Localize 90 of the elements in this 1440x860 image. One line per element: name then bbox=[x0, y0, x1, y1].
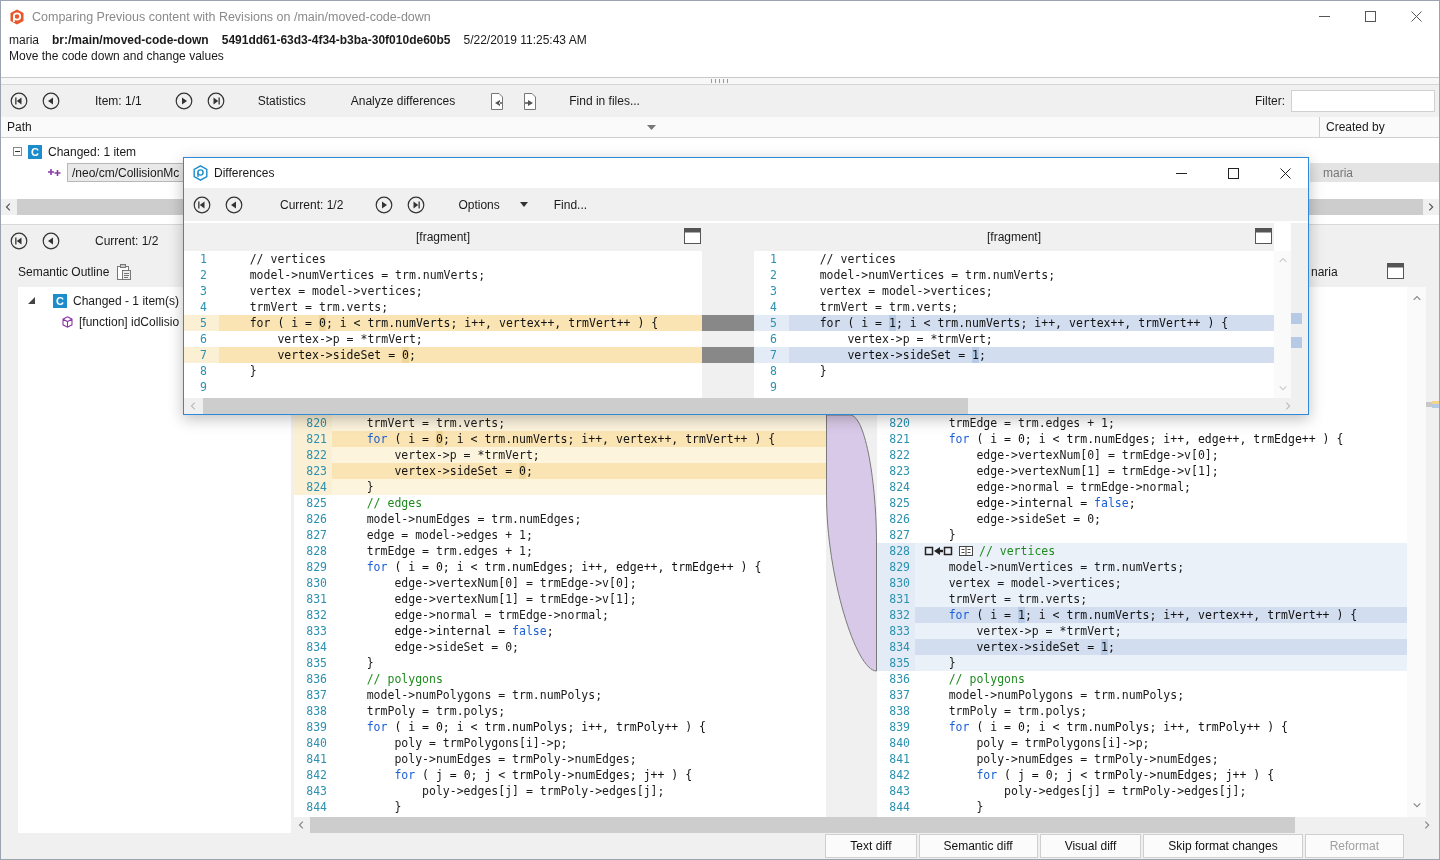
change-counter: Current: 1/2 bbox=[280, 197, 344, 212]
move-link-icon[interactable] bbox=[924, 546, 953, 556]
skip-back-icon[interactable] bbox=[10, 92, 28, 110]
pane-title: [fragment] bbox=[416, 230, 470, 244]
dialog-title: Differences bbox=[214, 166, 275, 180]
item-counter: Item: 1/1 bbox=[95, 94, 142, 108]
line-number: 828 bbox=[877, 543, 915, 559]
toolbar-button[interactable]: Semantic diff bbox=[918, 834, 1038, 858]
scrollbar-thumb[interactable] bbox=[203, 398, 968, 414]
line-number: 821 bbox=[294, 431, 332, 447]
line-number: 831 bbox=[877, 591, 915, 607]
next-icon[interactable] bbox=[174, 92, 193, 110]
previous-icon[interactable] bbox=[42, 232, 60, 250]
double-plus-icon bbox=[48, 168, 61, 177]
find-button[interactable]: Find... bbox=[553, 197, 588, 212]
pane-title: [fragment] bbox=[987, 230, 1041, 244]
line-number: 832 bbox=[877, 607, 915, 623]
close-icon[interactable] bbox=[1279, 167, 1291, 179]
line-number: 835 bbox=[877, 655, 915, 671]
line-number: 824 bbox=[294, 479, 332, 495]
previous-icon[interactable] bbox=[225, 195, 243, 214]
table-cell[interactable]: /neo/cm/CollisionMc bbox=[67, 163, 184, 182]
maximize-pane-icon[interactable] bbox=[1255, 228, 1272, 244]
clipboard-icon[interactable] bbox=[117, 264, 132, 280]
changeset-date: 5/22/2019 11:25:43 AM bbox=[463, 33, 587, 47]
maximize-icon[interactable] bbox=[1227, 167, 1239, 179]
change-overview-drawing bbox=[1291, 313, 1302, 349]
skip-back-icon[interactable] bbox=[10, 232, 28, 250]
panel-title: Semantic Outline bbox=[18, 265, 110, 279]
scrollbar-thumb[interactable] bbox=[310, 817, 1295, 833]
cube-icon bbox=[62, 315, 73, 328]
branch-name: br:/main/moved-code-down bbox=[52, 33, 209, 47]
next-icon[interactable] bbox=[375, 195, 394, 214]
pane-title: naria bbox=[1311, 265, 1338, 279]
line-number: 7 bbox=[184, 347, 219, 363]
line-number: 833 bbox=[877, 623, 915, 639]
change-badge: C bbox=[53, 293, 67, 308]
expand-triangle-icon[interactable] bbox=[28, 297, 35, 304]
change-link bbox=[702, 315, 754, 331]
change-overview-drawing bbox=[1426, 400, 1439, 410]
skip-forward-icon[interactable] bbox=[206, 92, 225, 110]
toolbar-button[interactable]: Skip format changes bbox=[1143, 834, 1303, 858]
line-number: 5 bbox=[754, 315, 789, 331]
collapse-toggle-icon[interactable] bbox=[13, 147, 22, 156]
dropdown-caret-icon[interactable] bbox=[519, 202, 528, 207]
table-cell[interactable]: maria bbox=[1310, 163, 1439, 182]
line-number: 830 bbox=[877, 575, 915, 591]
column-header[interactable]: Path bbox=[1, 120, 32, 134]
app-logo-icon bbox=[193, 165, 208, 181]
line-number: 5 bbox=[184, 315, 219, 331]
tree-item[interactable]: Changed - 1 item(s) bbox=[73, 293, 180, 308]
maximize-pane-icon[interactable] bbox=[684, 228, 701, 244]
line-number: 7 bbox=[754, 347, 789, 363]
line-number: 823 bbox=[294, 463, 332, 479]
close-icon[interactable] bbox=[1410, 11, 1422, 22]
window-title: Comparing Previous content with Revisions on /main/moved-code-down bbox=[32, 9, 432, 24]
scroll-right-icon[interactable] bbox=[1426, 201, 1436, 213]
maximize-pane-icon[interactable] bbox=[1387, 262, 1404, 279]
sort-caret-icon[interactable] bbox=[646, 124, 656, 130]
previous-icon[interactable] bbox=[42, 92, 60, 110]
line-number: 822 bbox=[294, 447, 332, 463]
maximize-icon[interactable] bbox=[1364, 11, 1376, 22]
app-logo-icon bbox=[9, 8, 25, 25]
compare-icon[interactable] bbox=[959, 546, 973, 556]
options-button[interactable]: Options bbox=[458, 197, 500, 212]
line-number: 834 bbox=[877, 639, 915, 655]
skip-back-icon[interactable] bbox=[193, 195, 211, 214]
filter-label: Filter: bbox=[1255, 94, 1285, 108]
group-label: Changed: 1 item bbox=[48, 144, 137, 159]
filter-field[interactable] bbox=[1291, 90, 1435, 112]
toolbar-button[interactable]: Text diff bbox=[825, 834, 917, 858]
change-link bbox=[702, 347, 754, 363]
grip-icon[interactable] bbox=[710, 79, 730, 83]
document-arrow-left-icon[interactable] bbox=[489, 92, 506, 110]
change-badge: C bbox=[28, 144, 42, 159]
tree-item[interactable]: [function] idCollisio bbox=[79, 314, 180, 329]
skip-forward-icon[interactable] bbox=[407, 195, 426, 214]
column-header[interactable]: Created by bbox=[1320, 120, 1385, 134]
line-number: 820 bbox=[294, 415, 332, 431]
line-number: 829 bbox=[877, 559, 915, 575]
analyze-differences-button[interactable]: Analyze differences bbox=[350, 94, 456, 108]
scroll-right-icon[interactable] bbox=[1422, 819, 1432, 831]
find-in-files-button[interactable]: Find in files... bbox=[569, 94, 640, 108]
change-counter: Current: 1/2 bbox=[95, 234, 159, 248]
toolbar-button[interactable]: Visual diff bbox=[1039, 834, 1142, 858]
changeset-comment: Move the code down and change values bbox=[9, 49, 224, 63]
statistics-button[interactable]: Statistics bbox=[257, 94, 306, 108]
changeset-id: 5491dd61-63d3-4f34-b3ba-30f010de60b5 bbox=[221, 33, 451, 47]
document-arrow-right-icon[interactable] bbox=[522, 92, 539, 110]
changeset-author: maria bbox=[9, 33, 39, 47]
